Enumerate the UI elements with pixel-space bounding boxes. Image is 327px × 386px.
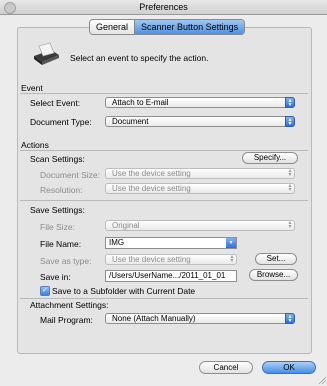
file-size-popup[interactable]: Original ▴ ▾ (105, 220, 295, 231)
scan-save-divider (20, 200, 308, 201)
select-event-label: Select Event: (30, 98, 81, 108)
updown-arrows-icon: ▴ ▾ (288, 220, 292, 230)
title-bar: Preferences (0, 0, 327, 15)
subfolder-checkbox-label: Save to a Subfolder with Current Date (52, 286, 196, 296)
updown-arrows-icon: ▴ ▾ (285, 97, 295, 108)
scanner-icon (31, 42, 61, 68)
select-event-popup[interactable]: Attach to E-mail ▴ ▾ (105, 97, 295, 108)
updown-arrows-icon: ▴ ▾ (285, 116, 295, 127)
intro-text: Select an event to specify the action. (70, 53, 209, 63)
actions-section-label: Actions (21, 140, 49, 150)
resize-grip-icon[interactable] (318, 376, 327, 385)
tab-general[interactable]: General (90, 20, 135, 34)
actions-divider (20, 150, 308, 151)
updown-arrows-icon: ▴ ▾ (285, 313, 295, 324)
event-divider (20, 93, 308, 94)
document-type-popup[interactable]: Document ▴ ▾ (105, 116, 295, 127)
file-name-value: IMG (109, 238, 125, 247)
save-in-field[interactable]: /Users/UserName.../2011_01_01 (105, 270, 237, 282)
save-settings-label: Save Settings: (30, 205, 85, 215)
resolution-value: Use the device setting (112, 184, 191, 193)
save-as-type-value: Use the device setting (112, 255, 191, 264)
updown-arrows-icon: ▴ ▾ (230, 254, 234, 264)
cancel-button[interactable]: Cancel (199, 361, 253, 374)
window-title: Preferences (139, 2, 188, 12)
file-size-value: Original (112, 221, 140, 230)
checkmark-icon: ✓ (42, 287, 48, 294)
mail-program-label: Mail Program: (40, 315, 93, 325)
mail-program-value: None (Attach Manually) (112, 314, 196, 323)
set-button[interactable]: Set... (255, 253, 297, 265)
document-type-value: Document (112, 117, 149, 126)
subfolder-checkbox[interactable]: ✓ (40, 286, 50, 296)
document-size-popup[interactable]: Use the device setting ▴ ▾ (105, 168, 295, 179)
close-window-button[interactable] (4, 2, 16, 14)
ok-button[interactable]: OK (262, 361, 316, 374)
file-name-combobox[interactable]: IMG ▾ (105, 237, 237, 249)
updown-arrows-icon: ▴ ▾ (288, 183, 292, 193)
specify-button[interactable]: Specify... (242, 152, 298, 164)
chevron-down-icon[interactable]: ▾ (226, 238, 236, 248)
attachment-settings-label: Attachment Settings: (30, 300, 109, 310)
mail-program-popup[interactable]: None (Attach Manually) ▴ ▾ (105, 313, 295, 324)
updown-arrows-icon: ▴ ▾ (288, 168, 292, 178)
browse-button[interactable]: Browse... (249, 269, 298, 281)
document-type-label: Document Type: (30, 117, 92, 127)
file-name-label: File Name: (40, 239, 82, 249)
resolution-popup[interactable]: Use the device setting ▴ ▾ (105, 183, 295, 194)
save-attachment-divider (20, 298, 308, 299)
file-size-label: File Size: (40, 222, 75, 232)
document-size-label: Document Size: (40, 170, 100, 180)
resolution-label: Resolution: (40, 185, 83, 195)
save-as-type-popup[interactable]: Use the device setting ▴ ▾ (105, 254, 237, 265)
scan-settings-label: Scan Settings: (30, 154, 85, 164)
select-event-value: Attach to E-mail (112, 98, 169, 107)
tab-scanner-button-settings[interactable]: Scanner Button Settings (134, 20, 245, 34)
save-in-label: Save in: (40, 272, 71, 282)
tab-bar: General Scanner Button Settings (89, 19, 246, 35)
document-size-value: Use the device setting (112, 169, 191, 178)
event-section-label: Event (21, 83, 43, 93)
save-as-type-label: Save as type: (40, 256, 92, 266)
